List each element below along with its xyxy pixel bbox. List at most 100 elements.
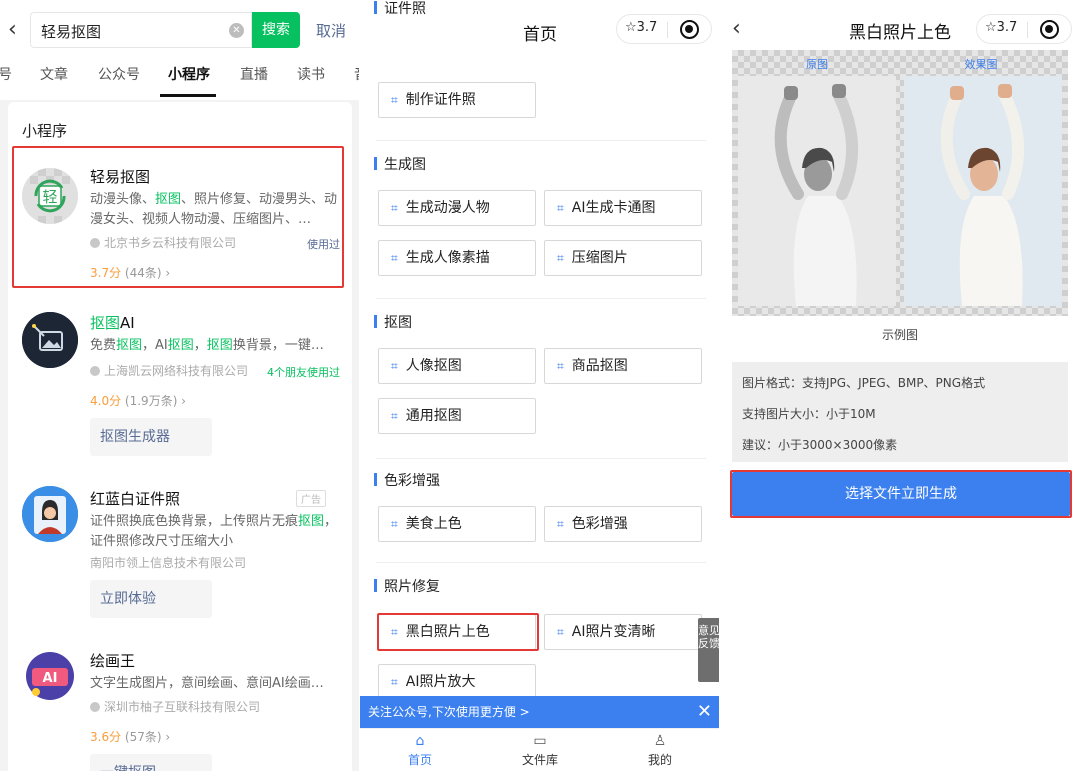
- tabbar-files[interactable]: ▭ 文件库: [480, 733, 600, 768]
- feature-general-cutout[interactable]: ⌗ 通用抠图: [378, 398, 536, 434]
- clear-icon[interactable]: ✕: [229, 23, 244, 38]
- section-divider: [376, 140, 706, 141]
- feature-food-coloring[interactable]: ⌗ 美食上色: [378, 506, 536, 542]
- feature-generate-anime[interactable]: ⌗ 生成动漫人物: [378, 190, 536, 226]
- tab-partial-left[interactable]: 号: [0, 64, 12, 84]
- crop-icon: ⌗: [391, 675, 398, 689]
- app-name: 红蓝白证件照: [90, 490, 181, 508]
- search-query: 轻易抠图: [41, 23, 102, 41]
- ad-badge[interactable]: 广告: [296, 490, 326, 507]
- upload-requirements: 图片格式：支持JPG、JPEG、BMP、PNG格式 支持图片大小：小于10M 建…: [732, 362, 1068, 462]
- cancel-button[interactable]: 取消: [316, 20, 346, 41]
- section-title: 生成图: [374, 154, 426, 174]
- crop-icon: ⌗: [391, 93, 398, 107]
- crop-icon: ⌗: [557, 251, 564, 265]
- crop-icon: ⌗: [391, 359, 398, 373]
- search-header: ‹ 轻易抠图 ✕ 搜索 取消 号 文章 公众号 小程序 直播 读书 音: [0, 0, 360, 100]
- feature-product-cutout[interactable]: ⌗ 商品抠图: [544, 348, 702, 384]
- capsule-menu[interactable]: ☆3.7: [616, 14, 712, 44]
- original-label: 原图: [806, 58, 828, 71]
- section-title: 抠图: [374, 312, 412, 332]
- capsule-separator: [667, 22, 668, 38]
- feature-portrait-sketch[interactable]: ⌗ 生成人像素描: [378, 240, 536, 276]
- feature-ai-sharpen[interactable]: ⌗ AI照片变清晰: [544, 614, 702, 650]
- crop-icon: ⌗: [557, 625, 564, 639]
- mini-program-home-panel: 证件照 ⌗ 制作证件照 生成图 ⌗ 生成动漫人物 ⌗ AI生成卡通图 ⌗ 生成人像素描 …: [360, 0, 720, 771]
- tab-reading[interactable]: 读书: [297, 64, 325, 84]
- rating-star-icon: ☆3.7: [625, 20, 658, 35]
- example-preview: 原图 效果图: [732, 50, 1068, 316]
- app-description: 证件照换底色换背景，上传照片无痕抠图，证件照修改尺寸压缩大小: [90, 514, 338, 549]
- colorized-effect-photo: [904, 76, 1062, 306]
- feature-compress-image[interactable]: ⌗ 压缩图片: [544, 240, 702, 276]
- tab-official-accounts[interactable]: 公众号: [98, 64, 140, 84]
- feature-color-enhance[interactable]: ⌗ 色彩增强: [544, 506, 702, 542]
- feature-ai-upscale[interactable]: ⌗ AI照片放大: [378, 664, 536, 700]
- bottom-tabbar: ⌂ 首页 ▭ 文件库 ♙ 我的: [360, 728, 720, 771]
- app-name: 绘画王: [90, 652, 136, 670]
- close-icon[interactable]: ✕: [697, 696, 712, 728]
- tabbar-home[interactable]: ⌂ 首页: [360, 733, 480, 768]
- follow-banner[interactable]: 关注公众号,下次使用更方便 > ✕: [360, 696, 720, 728]
- tab-live[interactable]: 直播: [240, 64, 268, 84]
- svg-text:AI: AI: [43, 671, 58, 686]
- verified-icon: [90, 702, 100, 712]
- koutu-ai-logo-icon: [22, 312, 78, 368]
- active-tab-indicator: [160, 94, 216, 97]
- app-description: 免费抠图，AI抠图，抠图换背景，一键…: [90, 338, 324, 353]
- app-rating[interactable]: 3.6分 (57条) ›: [90, 728, 170, 745]
- home-header: 首页 ☆3.7: [360, 0, 720, 46]
- painting-king-logo-icon: AI: [22, 648, 78, 704]
- home-icon: ⌂: [415, 733, 425, 749]
- capsule-separator: [1027, 22, 1028, 38]
- close-miniprogram-icon[interactable]: [680, 20, 699, 39]
- feedback-button[interactable]: 意见反馈: [698, 618, 720, 682]
- crop-icon: ⌗: [391, 517, 398, 531]
- search-input[interactable]: 轻易抠图 ✕: [30, 12, 252, 48]
- rating-star-icon: ☆3.7: [985, 20, 1018, 35]
- info-format: 图片格式：支持JPG、JPEG、BMP、PNG格式: [742, 376, 986, 390]
- section-divider: [376, 458, 706, 459]
- app-quick-action[interactable]: 一键抠图: [90, 754, 212, 771]
- highlight-box-feature: [377, 613, 539, 651]
- feature-make-id-photo[interactable]: ⌗ 制作证件照: [378, 82, 536, 118]
- tab-articles[interactable]: 文章: [40, 64, 68, 84]
- crop-icon: ⌗: [391, 201, 398, 215]
- tab-mini-programs[interactable]: 小程序: [168, 64, 210, 84]
- id-photo-logo-icon: [22, 486, 78, 542]
- app-rating[interactable]: 4.0分 (1.9万条) ›: [90, 392, 186, 409]
- folder-icon: ▭: [533, 733, 547, 749]
- original-bw-photo: [738, 76, 896, 306]
- info-size: 支持图片大小：小于10M: [742, 407, 876, 421]
- search-tabs: 号 文章 公众号 小程序 直播 读书 音: [0, 64, 360, 98]
- close-miniprogram-icon[interactable]: [1040, 20, 1059, 39]
- info-resolution: 建议：小于3000×3000像素: [742, 438, 898, 452]
- crop-icon: ⌗: [557, 359, 564, 373]
- follow-banner-text: 关注公众号,下次使用更方便 >: [368, 705, 530, 719]
- app-company: 上海凯云网络科技有限公司: [90, 362, 248, 379]
- tabbar-me[interactable]: ♙ 我的: [600, 733, 720, 768]
- section-title: 照片修复: [374, 576, 440, 596]
- colorize-detail-panel: ‹ 黑白照片上色 ☆3.7 原图 效果图 示例图 图片格式：支持JPG、JPEG…: [720, 0, 1080, 771]
- capsule-menu[interactable]: ☆3.7: [976, 14, 1072, 44]
- feature-ai-cartoon[interactable]: ⌗ AI生成卡通图: [544, 190, 702, 226]
- section-divider: [376, 562, 706, 563]
- highlight-box-result: [12, 146, 344, 288]
- crop-icon: ⌗: [557, 517, 564, 531]
- app-company: 南阳市领上信息技术有限公司: [90, 556, 247, 570]
- app-quick-action[interactable]: 立即体验: [90, 580, 212, 618]
- section-title: 色彩增强: [374, 470, 440, 490]
- effect-label: 效果图: [964, 58, 998, 71]
- crop-icon: ⌗: [391, 409, 398, 423]
- section-divider: [376, 298, 706, 299]
- app-description: 文字生成图片，意间绘画、意间AI绘画…: [90, 676, 324, 691]
- crop-icon: ⌗: [391, 251, 398, 265]
- app-company: 深圳市柚子互联科技有限公司: [90, 698, 260, 715]
- verified-icon: [90, 366, 100, 376]
- app-name: 抠图AI: [90, 314, 135, 332]
- app-quick-action[interactable]: 抠图生成器: [90, 418, 212, 456]
- user-icon: ♙: [653, 733, 667, 749]
- search-button[interactable]: 搜索: [252, 12, 300, 48]
- back-button[interactable]: ‹: [8, 16, 28, 44]
- feature-portrait-cutout[interactable]: ⌗ 人像抠图: [378, 348, 536, 384]
